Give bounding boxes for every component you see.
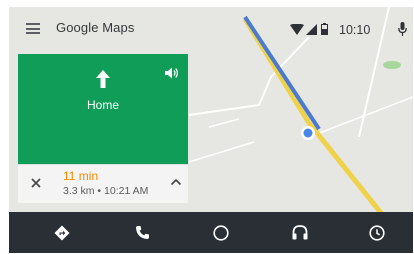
navigation-icon [54, 225, 70, 240]
app-title: Google Maps [56, 20, 135, 35]
phone-icon [135, 226, 149, 239]
volume-icon[interactable] [165, 67, 179, 79]
dock-music-button[interactable] [260, 212, 340, 253]
top-bar: Google Maps 10:10 [9, 7, 413, 49]
wifi-icon [290, 24, 304, 35]
close-icon[interactable] [26, 173, 46, 193]
destination-label: Home [86, 98, 119, 112]
arrow-up-icon [96, 70, 110, 88]
clock-icon [369, 224, 385, 241]
dock-overview-button[interactable] [337, 212, 413, 253]
android-auto-screen: Google Maps 10:10 Home 11 min 3.3 km • 1… [9, 7, 413, 253]
menu-icon[interactable] [26, 23, 40, 34]
dock-phone-button[interactable] [102, 212, 182, 253]
dock-navigation-button[interactable] [22, 212, 102, 253]
headphones-icon [292, 225, 308, 240]
chevron-up-icon[interactable] [170, 177, 182, 187]
microphone-icon[interactable] [398, 22, 407, 36]
park-area [383, 61, 401, 69]
navigation-card[interactable]: Home [18, 54, 188, 164]
dock-home-button[interactable] [181, 212, 261, 253]
battery-icon [321, 23, 328, 35]
home-circle-icon [213, 224, 229, 241]
trip-duration: 11 min [63, 169, 99, 183]
signal-icon [306, 24, 317, 35]
status-time: 10:10 [339, 23, 371, 37]
trip-eta-card: 11 min 3.3 km • 10:21 AM [18, 164, 188, 203]
app-dock [9, 212, 413, 253]
trip-distance-arrival: 3.3 km • 10:21 AM [63, 185, 149, 197]
